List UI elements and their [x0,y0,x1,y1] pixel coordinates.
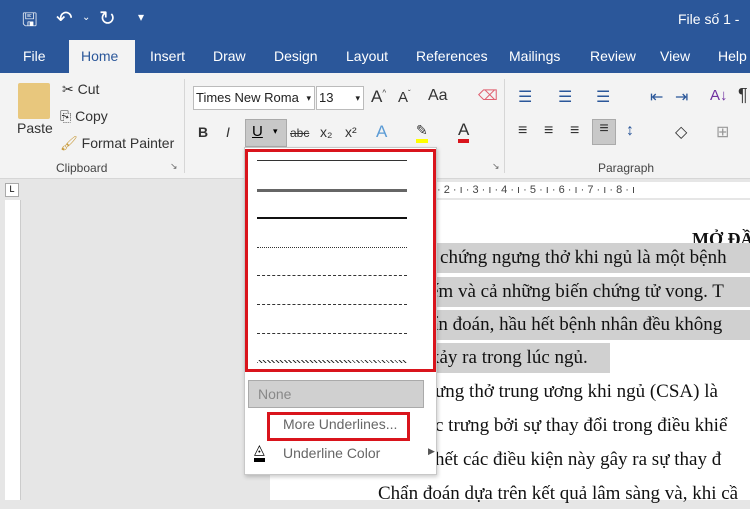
paragraph-line: Chẩn đoán dựa trên kết quả lâm sàng và, … [378,483,739,504]
multilevel-list-icon[interactable]: ☰ [596,87,610,107]
borders-icon[interactable]: ⊞ [716,122,729,142]
ruler-scale: · 2 · ı · 3 · ı · 4 · ı · 5 · ı · 6 · ı … [437,182,750,198]
shading-icon[interactable]: ◇ [675,122,687,142]
grow-font-button[interactable]: A^ [371,87,386,107]
paragraph-line: xảy ra trong lúc ngủ. [430,343,610,373]
paragraph-line: ẩn đoán, hầu hết bệnh nhân đều không [430,310,750,340]
submenu-arrow-icon: ▶ [428,446,435,456]
copy-icon: ⎘ [60,108,72,124]
tab-home[interactable]: Home [69,40,135,73]
font-name-input[interactable]: Times New Roma ▾ [193,86,315,110]
numbering-icon[interactable]: ☰ [558,87,572,107]
dialog-launcher-icon[interactable]: ↘ [492,161,500,172]
underline-button[interactable]: U ▾ [245,119,287,147]
scissors-icon: ✂ [62,81,74,97]
change-case-button[interactable]: Aa [428,87,448,105]
redo-icon[interactable]: ↻ [99,6,116,31]
paragraph-line: i chứng ngưng thở khi ngủ là một bệnh [430,243,750,273]
font-color-icon[interactable]: A [458,121,470,143]
format-painter-label: Format Painter [81,135,175,151]
format-painter-button[interactable]: 🖌 Format Painter [60,135,174,152]
chevron-down-icon: ▾ [273,126,278,136]
subscript-button[interactable]: x₂ [320,124,332,140]
callout-box-styles [245,149,436,372]
clear-formatting-icon[interactable]: ⌫ [478,87,498,104]
highlight-color-icon[interactable]: ✎ [416,122,428,143]
strikethrough-button[interactable]: abc [290,126,309,140]
tab-insert[interactable]: Insert [138,40,197,73]
title-bar: 🖫 ↶ ⌄ ↻ ▾ File số 1 - [0,0,750,40]
font-name-value: Times New Roma [196,90,299,105]
align-left-icon[interactable]: ≡ [518,122,527,140]
bold-button[interactable]: B [198,124,208,140]
chevron-down-icon: ▾ [306,93,311,103]
dialog-launcher-icon[interactable]: ↘ [170,161,178,172]
cut-button[interactable]: ✂ Cut [62,81,99,98]
tab-review[interactable]: Review [578,40,648,73]
tab-mailings[interactable]: Mailings [497,40,572,73]
chevron-down-icon: ▾ [355,93,360,103]
paste-button[interactable]: Paste [17,120,53,136]
cut-label: Cut [77,81,100,97]
paragraph-line: hết các điều kiện này gây ra sự thay đ [435,449,722,470]
paragraph-group-label: Paragraph [598,161,655,175]
tab-view[interactable]: View [648,40,702,73]
brush-icon: 🖌 [60,135,78,151]
line-spacing-icon[interactable]: ↕ [626,122,634,140]
decrease-indent-icon[interactable]: ⇤ [650,87,663,107]
sort-icon[interactable]: A↓ [710,87,728,104]
paragraph-line: ưng thở trung ương khi ngủ (CSA) là [435,381,718,402]
bullets-icon[interactable]: ☰ [518,87,532,107]
italic-button[interactable]: I [226,124,230,140]
font-size-input[interactable]: 13 ▾ [316,86,364,110]
paste-icon[interactable] [18,83,50,119]
tab-draw[interactable]: Draw [201,40,258,73]
tab-help[interactable]: Help [706,40,750,73]
none-option[interactable]: None [248,380,424,408]
tab-design[interactable]: Design [262,40,330,73]
text-effects-icon[interactable]: A [376,122,387,142]
vertical-ruler[interactable] [5,200,21,500]
tab-layout[interactable]: Layout [334,40,400,73]
underline-color-option[interactable]: Underline Color [283,445,380,461]
tab-file[interactable]: File [11,40,58,73]
underline-color-icon: ◬ [254,441,265,462]
tab-references[interactable]: References [404,40,500,73]
font-size-value: 13 [319,90,334,105]
show-formatting-icon[interactable]: ¶ [738,85,748,106]
copy-button[interactable]: ⎘ Copy [60,108,108,125]
increase-indent-icon[interactable]: ⇥ [675,87,688,107]
save-icon[interactable]: 🖫 [22,8,37,38]
paragraph-line: ếm và cả những biến chứng tử vong. T [430,277,750,307]
align-right-icon[interactable]: ≡ [570,122,579,140]
tab-selector-icon[interactable]: L [5,183,19,197]
ribbon-tabs: File Home Insert Draw Design Layout Refe… [0,40,750,73]
undo-icon[interactable]: ↶ [56,6,73,31]
superscript-button[interactable]: x² [345,124,357,140]
align-center-icon[interactable]: ≡ [544,122,553,140]
justify-icon[interactable]: ≡ [592,119,616,145]
document-title: File số 1 - [678,11,740,27]
shrink-font-button[interactable]: Aˇ [398,89,411,106]
customize-toolbar-icon[interactable]: ▾ [138,10,144,24]
underline-label: U [252,123,263,140]
undo-dropdown-icon[interactable]: ⌄ [82,12,90,23]
callout-box-more-underlines [267,412,410,441]
clipboard-group-label: Clipboard [56,161,108,175]
paragraph-line: c trưng bởi sự thay đổi trong điều khiể [435,415,728,436]
copy-label: Copy [75,108,108,124]
